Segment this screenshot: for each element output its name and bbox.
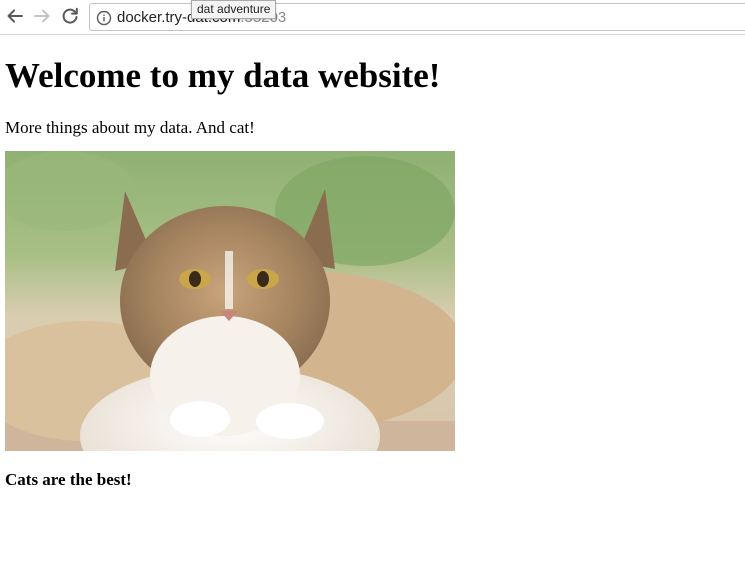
- info-icon[interactable]: [96, 10, 112, 26]
- forward-arrow-icon: [34, 9, 50, 23]
- cat-photo: [5, 151, 455, 451]
- page-content: Welcome to my data website! More things …: [5, 36, 740, 491]
- browser-toolbar: docker.try-dat.com:55203 dat adventure: [0, 0, 745, 35]
- back-arrow-icon: [7, 9, 23, 23]
- tab-title-tooltip: dat adventure: [191, 0, 277, 19]
- photo-caption: Cats are the best!: [5, 470, 132, 489]
- reload-icon: [62, 7, 78, 24]
- address-bar[interactable]: docker.try-dat.com:55203: [89, 3, 745, 31]
- reload-button[interactable]: [59, 5, 81, 27]
- page-heading: Welcome to my data website!: [5, 56, 441, 95]
- intro-paragraph: More things about my data. And cat!: [5, 118, 255, 137]
- back-button[interactable]: [4, 5, 26, 27]
- forward-button[interactable]: [31, 5, 53, 27]
